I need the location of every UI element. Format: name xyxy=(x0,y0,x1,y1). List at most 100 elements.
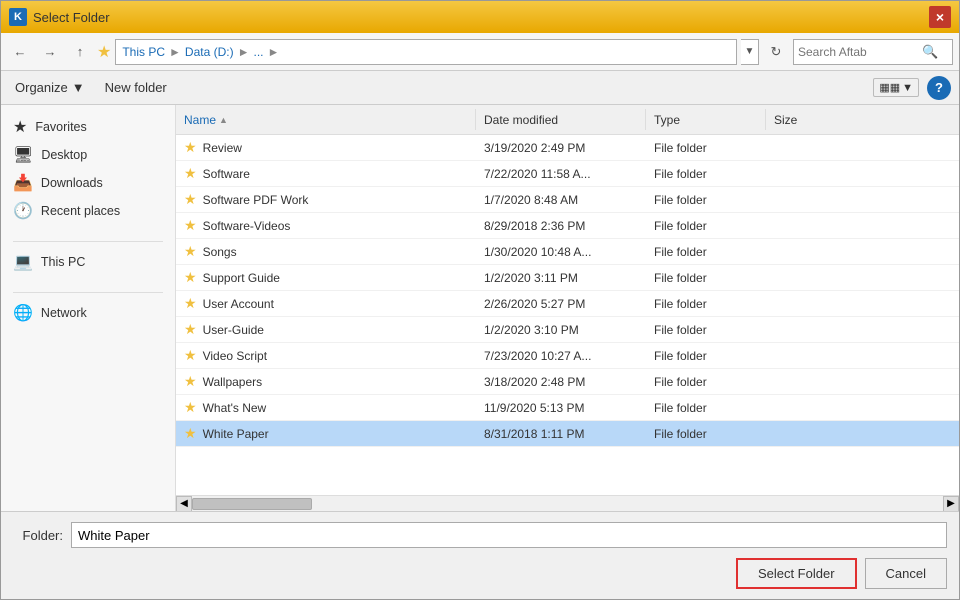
view-button[interactable]: ▦▦ ▼ xyxy=(873,78,919,97)
file-row[interactable]: ★ User Account 2/26/2020 5:27 PM File fo… xyxy=(176,291,959,317)
favorites-icon: ★ xyxy=(13,117,27,137)
folder-label: Folder: xyxy=(13,528,63,543)
sidebar-favorites-section: ★ Favorites 🖥 Desktop 📥 Downloads 🕐 Rece… xyxy=(1,113,175,225)
file-row[interactable]: ★ User-Guide 1/2/2020 3:10 PM File folde… xyxy=(176,317,959,343)
file-row[interactable]: ★ Songs 1/30/2020 10:48 A... File folder xyxy=(176,239,959,265)
file-row[interactable]: ★ White Paper 8/31/2018 1:11 PM File fol… xyxy=(176,421,959,447)
file-row-date: 7/22/2020 11:58 A... xyxy=(476,167,646,181)
path-this-pc[interactable]: This PC xyxy=(122,45,165,59)
desktop-icon: 🖥 xyxy=(13,145,33,165)
path-data-d[interactable]: Data (D:) xyxy=(185,45,234,59)
file-row-type: File folder xyxy=(646,375,766,389)
col-header-type[interactable]: Type xyxy=(646,109,766,130)
view-chevron-icon: ▼ xyxy=(902,82,913,94)
back-button[interactable]: ← xyxy=(7,39,33,65)
file-row[interactable]: ★ What's New 11/9/2020 5:13 PM File fold… xyxy=(176,395,959,421)
file-row[interactable]: ★ Video Script 7/23/2020 10:27 A... File… xyxy=(176,343,959,369)
hscroll-track[interactable] xyxy=(192,496,943,512)
folder-star-icon: ★ xyxy=(184,165,197,182)
folder-input-row: Folder: xyxy=(13,522,947,548)
search-box[interactable]: 🔍 xyxy=(793,39,953,65)
file-row-date: 11/9/2020 5:13 PM xyxy=(476,401,646,415)
file-row-type: File folder xyxy=(646,167,766,181)
sidebar-item-downloads[interactable]: 📥 Downloads xyxy=(1,169,175,197)
folder-star-icon: ★ xyxy=(184,347,197,364)
hscroll-right-button[interactable]: ▶ xyxy=(943,496,959,512)
file-row-name: ★ Review xyxy=(176,139,476,156)
sidebar-item-this-pc[interactable]: 💻 This PC xyxy=(1,248,175,276)
path-sep-1: ► xyxy=(169,45,181,59)
main-content: ★ Favorites 🖥 Desktop 📥 Downloads 🕐 Rece… xyxy=(1,105,959,511)
help-button[interactable]: ? xyxy=(927,76,951,100)
file-row-name: ★ Songs xyxy=(176,243,476,260)
select-folder-button[interactable]: Select Folder xyxy=(736,558,857,589)
file-row-date: 1/30/2020 10:48 A... xyxy=(476,245,646,259)
col-type-label: Type xyxy=(654,113,680,127)
folder-input[interactable] xyxy=(71,522,947,548)
file-row-name: ★ Wallpapers xyxy=(176,373,476,390)
file-row[interactable]: ★ Software-Videos 8/29/2018 2:36 PM File… xyxy=(176,213,959,239)
folder-star-icon: ★ xyxy=(184,321,197,338)
file-row-name: ★ Software-Videos xyxy=(176,217,476,234)
forward-button[interactable]: → xyxy=(37,39,63,65)
file-row-name: ★ Software xyxy=(176,165,476,182)
hscroll-left-button[interactable]: ◀ xyxy=(176,496,192,512)
organize-label: Organize xyxy=(15,80,68,95)
file-row[interactable]: ★ Support Guide 1/2/2020 3:11 PM File fo… xyxy=(176,265,959,291)
up-button[interactable]: ↑ xyxy=(67,39,93,65)
file-name-text: User Account xyxy=(203,297,274,311)
this-pc-icon: 💻 xyxy=(13,252,33,272)
path-dropdown[interactable]: ▼ xyxy=(741,39,759,65)
organize-button[interactable]: Organize ▼ xyxy=(9,77,91,98)
file-list-header: Name ▲ Date modified Type Size xyxy=(176,105,959,135)
sidebar-desktop-label: Desktop xyxy=(41,148,87,162)
col-header-date[interactable]: Date modified xyxy=(476,109,646,130)
address-path[interactable]: This PC ► Data (D:) ► ... ► xyxy=(115,39,737,65)
file-name-text: Software-Videos xyxy=(203,219,291,233)
refresh-button[interactable]: ↻ xyxy=(763,39,789,65)
search-input[interactable] xyxy=(798,45,918,59)
new-folder-button[interactable]: New folder xyxy=(99,77,173,98)
favorites-star-icon: ★ xyxy=(97,42,111,62)
recent-places-icon: 🕐 xyxy=(13,201,33,221)
col-header-size[interactable]: Size xyxy=(766,109,826,130)
sidebar-recent-places-label: Recent places xyxy=(41,204,120,218)
file-row[interactable]: ★ Software PDF Work 1/7/2020 8:48 AM Fil… xyxy=(176,187,959,213)
file-row-date: 8/31/2018 1:11 PM xyxy=(476,427,646,441)
sidebar-item-recent-places[interactable]: 🕐 Recent places xyxy=(1,197,175,225)
close-button[interactable]: × xyxy=(929,6,951,28)
address-bar: ← → ↑ ★ This PC ► Data (D:) ► ... ► ▼ ↻ … xyxy=(1,33,959,71)
file-list[interactable]: ★ Review 3/19/2020 2:49 PM File folder ★… xyxy=(176,135,959,495)
cancel-button[interactable]: Cancel xyxy=(865,558,947,589)
bottom-area: Folder: Select Folder Cancel xyxy=(1,511,959,599)
file-row[interactable]: ★ Review 3/19/2020 2:49 PM File folder xyxy=(176,135,959,161)
folder-star-icon: ★ xyxy=(184,295,197,312)
folder-star-icon: ★ xyxy=(184,373,197,390)
file-row[interactable]: ★ Software 7/22/2020 11:58 A... File fol… xyxy=(176,161,959,187)
sidebar-this-pc-label: This PC xyxy=(41,255,85,269)
sidebar-item-desktop[interactable]: 🖥 Desktop xyxy=(1,141,175,169)
sidebar-item-network[interactable]: 🌐 Network xyxy=(1,299,175,327)
sidebar-item-favorites[interactable]: ★ Favorites xyxy=(1,113,175,141)
folder-star-icon: ★ xyxy=(184,425,197,442)
horizontal-scrollbar[interactable]: ◀ ▶ xyxy=(176,495,959,511)
button-row: Select Folder Cancel xyxy=(13,558,947,589)
file-row-name: ★ User-Guide xyxy=(176,321,476,338)
file-row[interactable]: ★ Wallpapers 3/18/2020 2:48 PM File fold… xyxy=(176,369,959,395)
search-icon[interactable]: 🔍 xyxy=(922,44,938,60)
file-row-date: 8/29/2018 2:36 PM xyxy=(476,219,646,233)
file-row-type: File folder xyxy=(646,323,766,337)
sidebar-favorites-label: Favorites xyxy=(35,120,86,134)
col-name-label: Name xyxy=(184,113,216,127)
path-sep-2: ► xyxy=(238,45,250,59)
file-name-text: Support Guide xyxy=(203,271,280,285)
sidebar-downloads-label: Downloads xyxy=(41,176,103,190)
file-name-text: What's New xyxy=(203,401,267,415)
path-current[interactable]: ... xyxy=(254,45,264,59)
hscroll-thumb[interactable] xyxy=(192,498,312,510)
file-row-date: 7/23/2020 10:27 A... xyxy=(476,349,646,363)
file-row-name: ★ Video Script xyxy=(176,347,476,364)
folder-star-icon: ★ xyxy=(184,139,197,156)
col-header-name[interactable]: Name ▲ xyxy=(176,109,476,130)
file-row-type: File folder xyxy=(646,427,766,441)
